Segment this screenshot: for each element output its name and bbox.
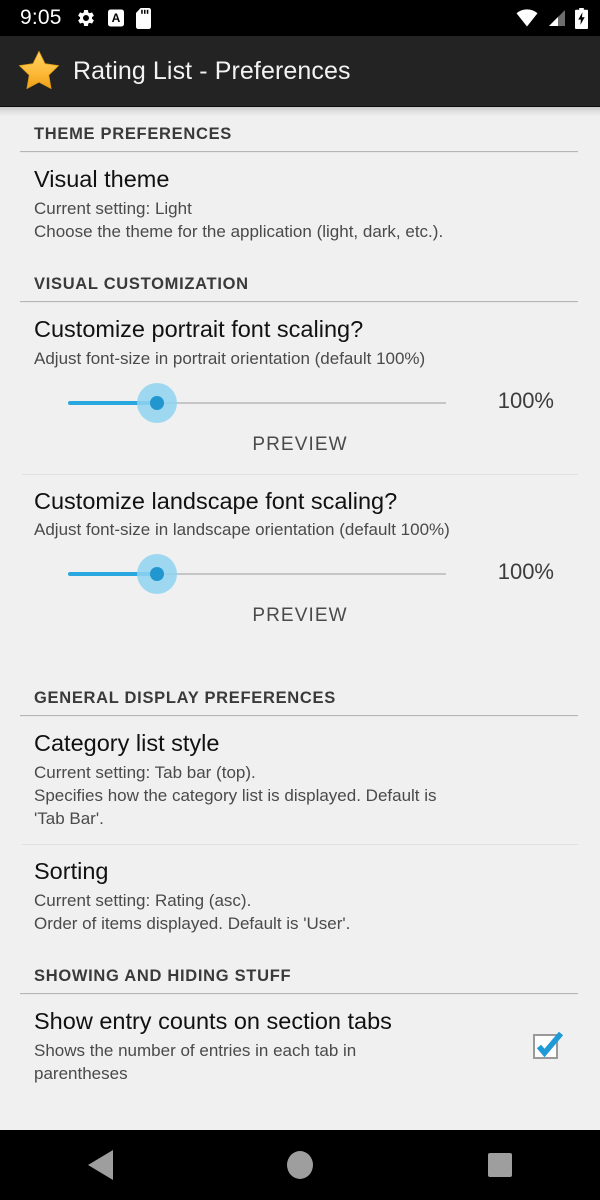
pref-category-list-style[interactable]: Category list style Current setting: Tab…	[0, 717, 600, 844]
slider-value-label: 100%	[497, 559, 554, 585]
preferences-list[interactable]: THEME PREFERENCES Visual theme Current s…	[0, 107, 600, 1130]
section-header: SHOWING AND HIDING STUFF	[34, 967, 292, 986]
pref-summary-line: Current setting: Tab bar (top).	[34, 763, 256, 783]
wifi-icon	[516, 9, 538, 27]
pref-summary-line: Current setting: Rating (asc).	[34, 891, 252, 911]
sd-card-icon	[135, 7, 153, 29]
landscape-font-scale-slider[interactable]: 100%	[34, 551, 566, 597]
pref-summary: Shows the number of entries in each tab …	[34, 1039, 510, 1085]
slider-value-label: 100%	[497, 387, 554, 413]
section-showing-and-hiding-stuff: SHOWING AND HIDING STUFF Show entry coun…	[0, 949, 600, 1099]
pref-summary: Current setting: Light Choose the theme …	[34, 197, 566, 243]
section-header: THEME PREFERENCES	[34, 125, 233, 143]
slider-thumb[interactable]	[150, 395, 164, 410]
gear-icon	[76, 8, 96, 28]
home-icon	[287, 1151, 313, 1179]
pref-summary: Adjust font-size in portrait orientation…	[34, 347, 566, 370]
app-title-bar: Rating List - Preferences	[0, 36, 600, 107]
pref-summary: Adjust font-size in landscape orientatio…	[34, 518, 566, 541]
pref-summary-line: Choose the theme for the application (li…	[34, 221, 444, 241]
pref-title: Visual theme	[34, 166, 170, 192]
pref-sorting[interactable]: Sorting Current setting: Rating (asc). O…	[0, 845, 600, 949]
pref-landscape-font-scaling[interactable]: Customize landscape font scaling? Adjust…	[0, 475, 600, 646]
section-header: VISUAL CUSTOMIZATION	[34, 274, 249, 293]
pref-portrait-font-scaling[interactable]: Customize portrait font scaling? Adjust …	[0, 303, 600, 474]
svg-text:A: A	[111, 11, 120, 25]
back-icon	[87, 1150, 113, 1180]
letter-a-icon: A	[107, 8, 125, 28]
pref-summary: Current setting: Tab bar (top). Specifie…	[34, 761, 566, 830]
section-visual-customization: VISUAL CUSTOMIZATION Customize portrait …	[0, 257, 600, 646]
pref-summary-line: Shows the number of entries in each tab …	[34, 1040, 357, 1060]
android-screen: 9:05 A Rating List - Preferences THEME P…	[0, 0, 600, 1200]
pref-title: Category list style	[34, 730, 220, 757]
pref-visual-theme[interactable]: Visual theme Current setting: Light Choo…	[0, 153, 600, 257]
portrait-font-scale-slider[interactable]: 100%	[34, 380, 566, 426]
pref-summary-line: Current setting: Light	[34, 198, 192, 218]
pref-summary-line: Adjust font-size in portrait orientation…	[34, 348, 426, 368]
pref-title: Show entry counts on section tabs	[34, 1008, 392, 1035]
landscape-preview-button[interactable]: PREVIEW	[34, 597, 566, 631]
battery-charging-icon	[575, 7, 588, 29]
status-bar-right-icons	[507, 7, 588, 29]
nav-back-button[interactable]	[40, 1130, 160, 1200]
section-theme-preferences: THEME PREFERENCES Visual theme Current s…	[0, 107, 600, 257]
system-navigation-bar	[0, 1130, 600, 1200]
status-bar: 9:05 A	[0, 0, 600, 36]
nav-recents-button[interactable]	[440, 1130, 560, 1200]
nav-home-button[interactable]	[240, 1130, 360, 1200]
recents-icon	[488, 1153, 512, 1177]
pref-show-entry-counts[interactable]: Show entry counts on section tabs Shows …	[0, 995, 600, 1099]
show-entry-counts-checkbox[interactable]	[526, 1025, 566, 1065]
status-clock: 9:05	[20, 6, 62, 29]
section-header: GENERAL DISPLAY PREFERENCES	[34, 689, 336, 708]
pref-summary-line: Adjust font-size in landscape orientatio…	[34, 520, 450, 540]
portrait-preview-button[interactable]: PREVIEW	[34, 426, 566, 460]
pref-summary-line: Order of items displayed. Default is 'Us…	[34, 914, 351, 934]
pref-title: Customize landscape font scaling?	[34, 487, 398, 514]
checkmark-icon	[528, 1025, 568, 1070]
pref-summary-line: parentheses	[34, 1064, 128, 1084]
pref-summary: Current setting: Rating (asc). Order of …	[34, 889, 566, 935]
page-title: Rating List - Preferences	[73, 56, 351, 85]
pref-title: Sorting	[34, 858, 109, 885]
pref-summary-line: 'Tab Bar'.	[34, 809, 104, 829]
star-icon	[16, 48, 62, 94]
pref-title: Customize portrait font scaling?	[34, 315, 364, 342]
cell-signal-icon	[547, 9, 566, 27]
pref-text-block: Show entry counts on section tabs Shows …	[34, 1007, 526, 1085]
pref-summary-line: Specifies how the category list is displ…	[34, 786, 437, 806]
section-general-display-preferences: GENERAL DISPLAY PREFERENCES Category lis…	[0, 671, 600, 949]
